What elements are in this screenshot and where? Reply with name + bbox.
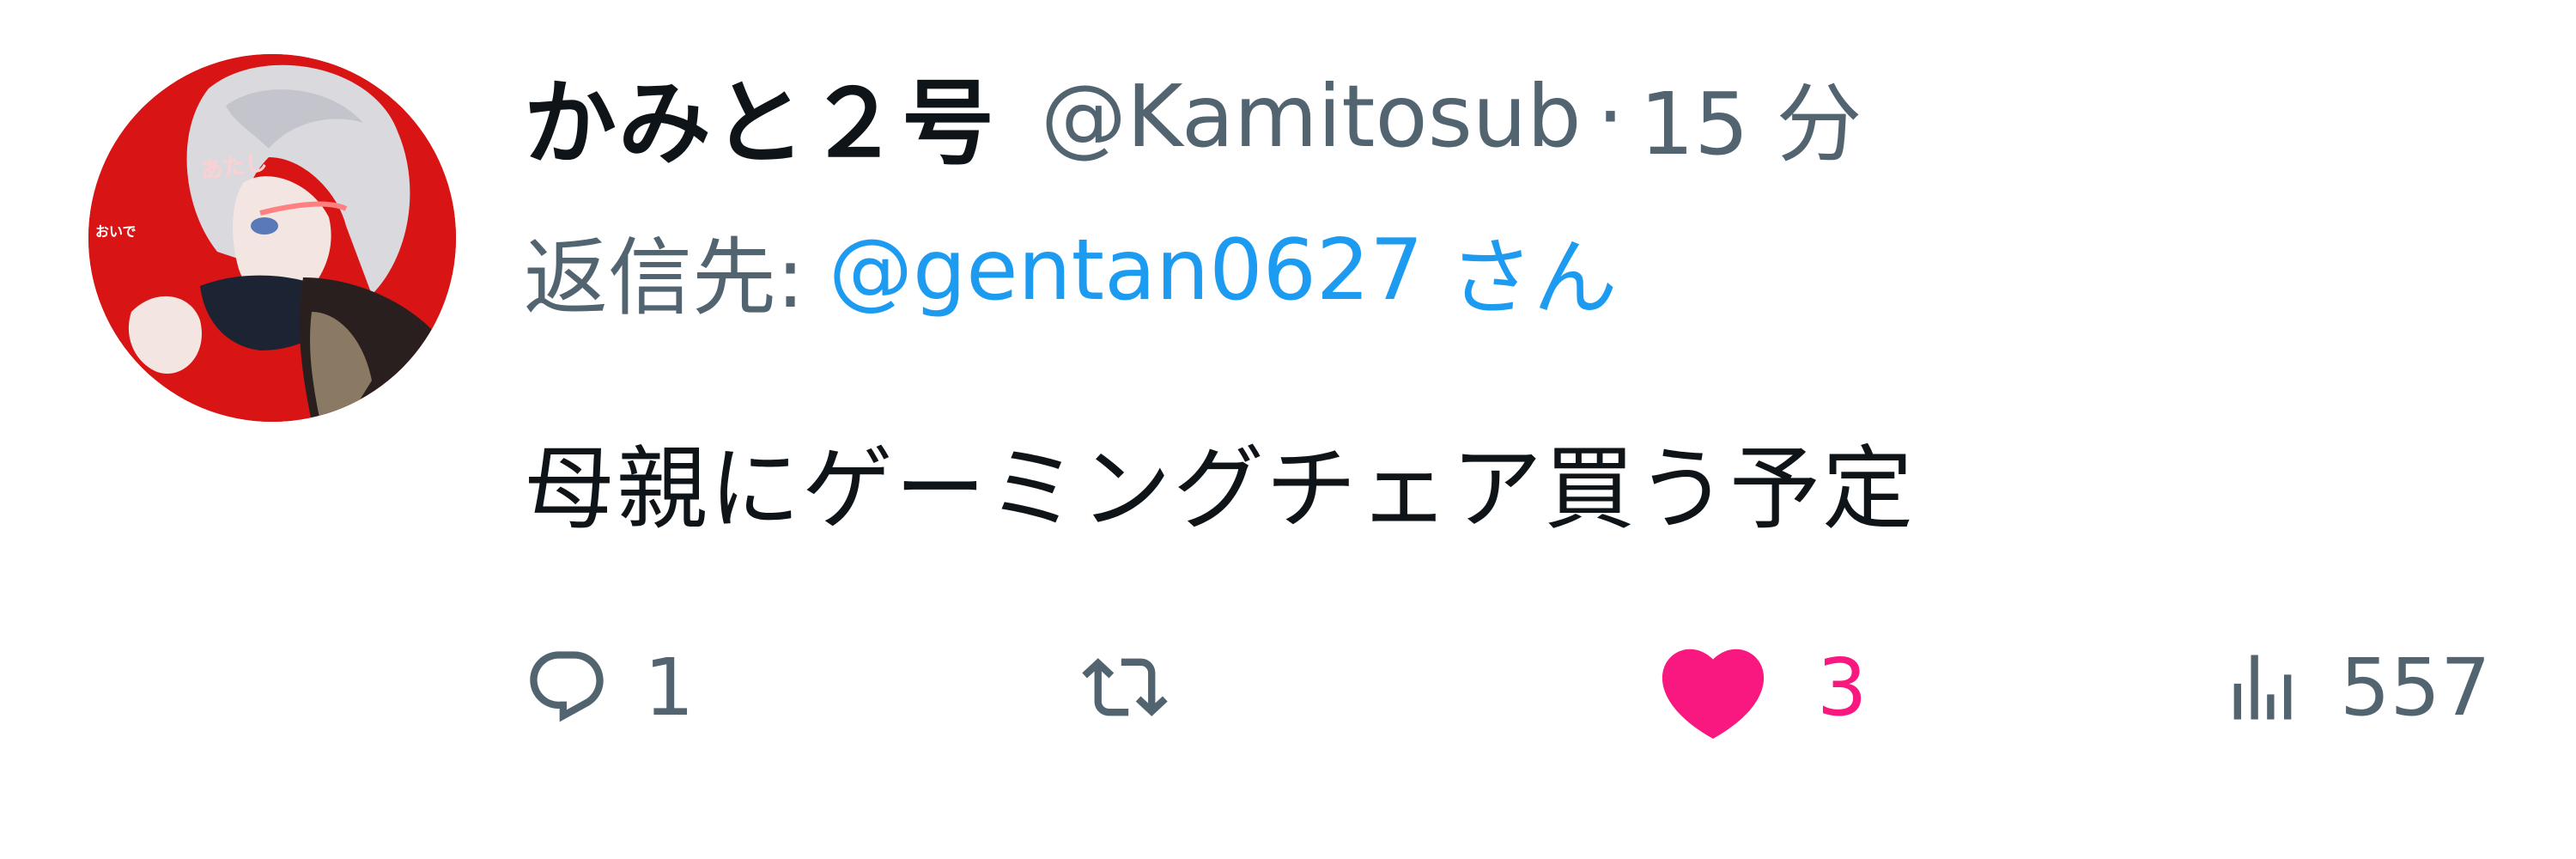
reply-to-user-link[interactable]: @gentan0627	[829, 222, 1424, 320]
heart-icon	[1649, 631, 1777, 743]
reply-bubble-icon	[524, 644, 610, 730]
retweet-button[interactable]	[1082, 627, 1202, 747]
like-button[interactable]: 3	[1649, 627, 1868, 747]
tweet-timestamp[interactable]: 15 分	[1639, 54, 1862, 179]
retweet-icon	[1082, 644, 1168, 730]
like-count: 3	[1817, 641, 1868, 734]
reply-to-honorific: さん	[1449, 229, 1618, 327]
tweet-header: かみと２号 @Kamitosub · 15 分	[524, 52, 1862, 180]
display-name[interactable]: かみと２号	[524, 49, 996, 183]
views-button[interactable]: 557	[2220, 627, 2491, 747]
tweet-body: 母親にゲーミングチェア買う予定	[524, 436, 1915, 542]
user-handle[interactable]: @Kamitosub	[1041, 66, 1582, 167]
tweet-actions: 1 3 557	[524, 627, 2576, 747]
tweet[interactable]: あたし おいで かみと２号 @Kamitosub · 15 分 返信先: @ge…	[0, 0, 2576, 859]
avatar[interactable]: あたし おいで	[88, 54, 456, 422]
reply-to-label: 返信先:	[524, 229, 805, 327]
views-chart-icon	[2220, 644, 2306, 730]
reply-count: 1	[644, 641, 695, 734]
avatar-illustration: あたし おいで	[88, 54, 456, 422]
reply-to-line: 返信先: @gentan0627 さん	[524, 210, 1618, 331]
reply-button[interactable]: 1	[524, 627, 695, 747]
avatar-caption-small: おいで	[95, 223, 137, 240]
header-separator: ·	[1596, 65, 1625, 167]
views-count: 557	[2340, 641, 2491, 734]
